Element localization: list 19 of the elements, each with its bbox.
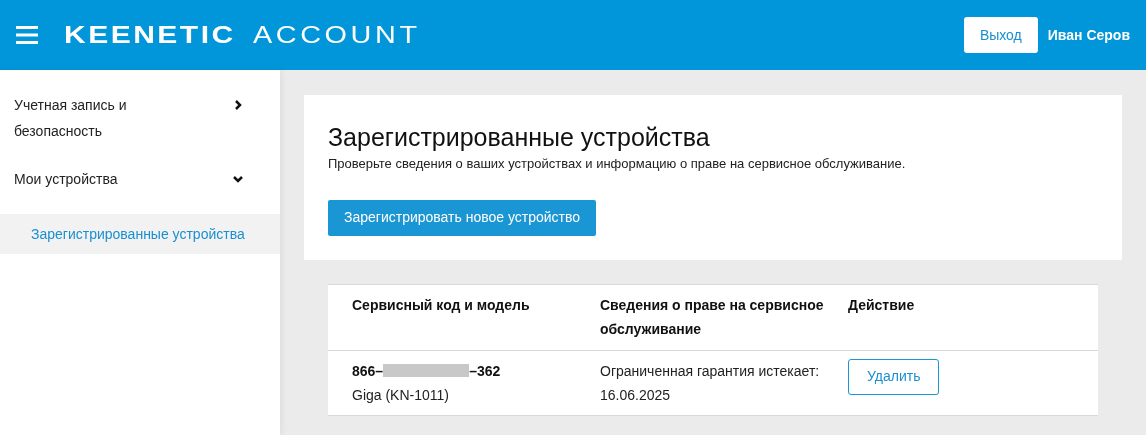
page-title: Зарегистрированные устройства xyxy=(328,122,711,153)
service-code-suffix: –362 xyxy=(469,361,501,381)
device-model: Giga (KN-1011) xyxy=(352,385,450,405)
register-device-button[interactable]: Зарегистрировать новое устройство xyxy=(328,199,597,236)
column-header: Сервисный код и модель xyxy=(328,284,600,350)
logout-button[interactable]: Выход xyxy=(963,17,1038,53)
logo-product: ACCOUNT xyxy=(253,20,421,50)
warranty-info: Ограниченная гарантия истекает: 16.06.2025 xyxy=(600,361,821,405)
logo-brand: KEENETIC xyxy=(64,20,236,50)
sidebar-item[interactable]: Учетная запись и безопасность xyxy=(0,92,280,144)
service-code-prefix: 866– xyxy=(352,361,384,381)
sidebar-subitem[interactable]: Зарегистрированные устройства xyxy=(0,214,280,254)
page-subtitle: Проверьте сведения о ваших устройствах и информацию о праве на сервисное обслуживание. xyxy=(328,155,907,173)
user-name[interactable]: Иван Серов xyxy=(1047,24,1130,46)
column-header: Сведения о праве на сервисное обслуживание xyxy=(600,284,848,350)
column-header: Действие xyxy=(848,284,1098,350)
delete-button[interactable]: Удалить xyxy=(848,358,940,395)
sidebar-item[interactable]: Мои устройства xyxy=(0,166,280,192)
menu-icon[interactable] xyxy=(16,26,38,44)
